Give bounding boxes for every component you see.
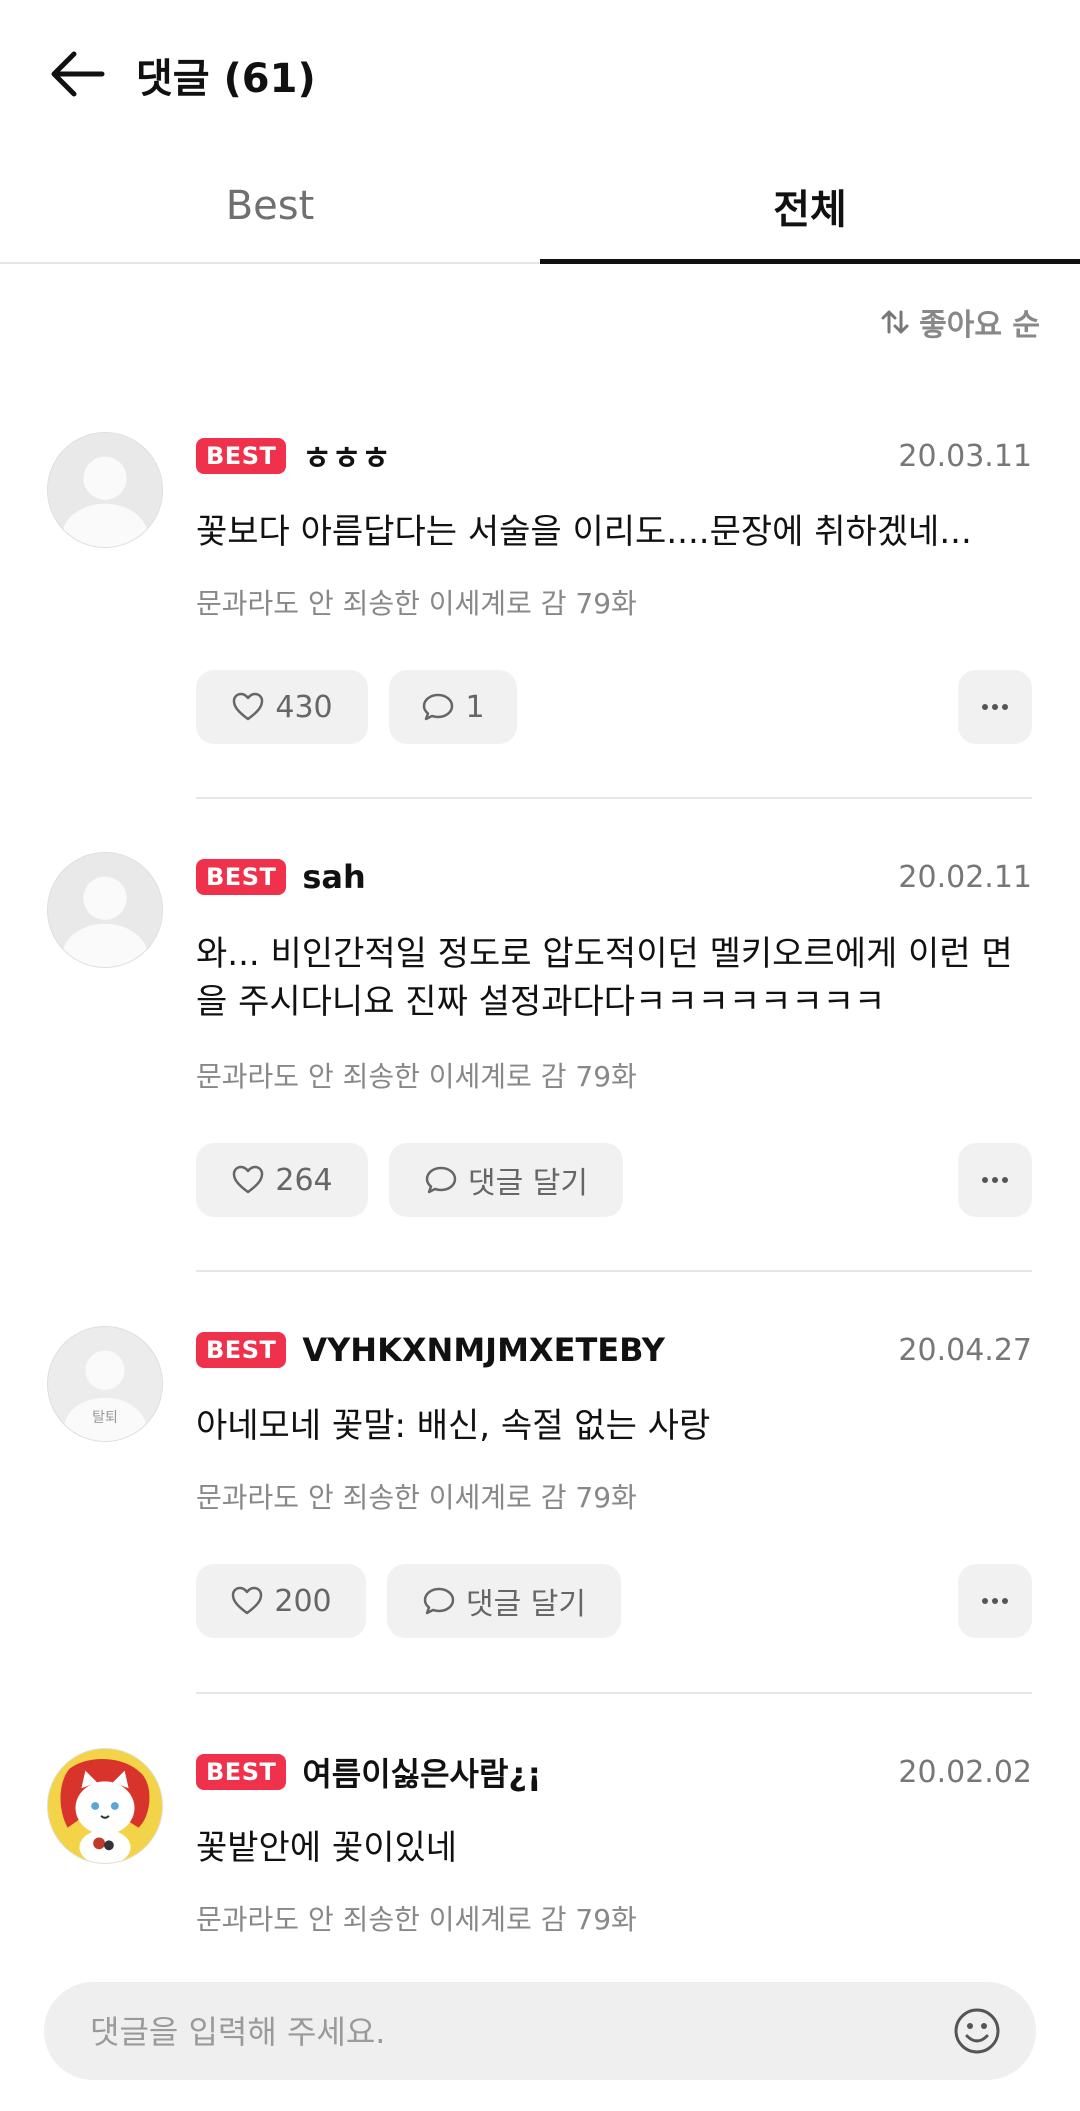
more-options-button[interactable]: [958, 1143, 1032, 1217]
more-icon: [982, 1598, 1008, 1604]
reply-label: 댓글 달기: [466, 1587, 586, 1622]
emoji-icon[interactable]: [952, 2006, 1002, 2056]
avatar[interactable]: [47, 432, 163, 548]
page-title: 댓글 (61): [136, 56, 316, 102]
sort-button[interactable]: 좋아요 순: [879, 300, 1040, 344]
comment-divider: [196, 1270, 1032, 1272]
tab-bar: Best 전체: [0, 150, 1080, 264]
like-button[interactable]: 264: [196, 1143, 368, 1217]
back-arrow-icon[interactable]: [48, 50, 106, 98]
speech-bubble-icon: [425, 1166, 457, 1194]
episode-source[interactable]: 문과라도 안 죄송한 이세계로 감 79화: [196, 1476, 637, 1516]
comment-meta: BEST ㅎㅎㅎ 20.03.11: [196, 434, 1032, 478]
comment-date: 20.04.27: [898, 1332, 1032, 1368]
comment-date: 20.02.11: [898, 859, 1032, 895]
reply-button[interactable]: 댓글 달기: [387, 1564, 621, 1638]
comment-input-bar: [44, 1982, 1036, 2082]
comment-divider: [196, 797, 1032, 799]
more-icon: [982, 704, 1008, 710]
heart-icon: [233, 692, 264, 721]
username[interactable]: sah: [302, 858, 365, 896]
username[interactable]: VYHKXNMJMXETEBY: [302, 1331, 665, 1369]
comment-text: 꽃보다 아름답다는 서술을 이리도....문장에 취하겠네...: [196, 512, 972, 552]
avatar[interactable]: [47, 1748, 163, 1864]
heart-icon: [232, 1586, 263, 1615]
like-count: 200: [274, 1583, 332, 1619]
episode-source[interactable]: 문과라도 안 죄송한 이세계로 감 79화: [196, 1055, 637, 1095]
comment-meta: BEST VYHKXNMJMXETEBY 20.04.27: [196, 1328, 1032, 1372]
withdrawn-label: 탈퇴: [92, 1410, 118, 1426]
default-avatar-icon: [48, 433, 162, 547]
best-badge: BEST: [196, 1754, 287, 1790]
comment-meta: BEST sah 20.02.11: [196, 855, 1032, 899]
tab-all[interactable]: 전체: [540, 150, 1080, 262]
comment-date: 20.02.02: [898, 1754, 1032, 1790]
username[interactable]: 여름이싫은사람¿¡: [302, 1749, 541, 1795]
speech-bubble-icon: [423, 693, 454, 721]
comment-date: 20.03.11: [898, 438, 1032, 474]
heart-icon: [233, 1165, 264, 1194]
like-button[interactable]: 200: [196, 1564, 366, 1638]
reply-count: 1: [465, 689, 485, 725]
comment-text: 아네모네 꽃말: 배신, 속절 없는 사랑: [196, 1406, 711, 1446]
reply-button[interactable]: 1: [389, 670, 517, 744]
username[interactable]: ㅎㅎㅎ: [302, 433, 390, 479]
default-avatar-icon: [48, 853, 162, 967]
comment-text: 와... 비인간적일 정도로 압도적이던 멜키오르에게 이런 면을 주시다니요 …: [196, 934, 1013, 1022]
more-options-button[interactable]: [958, 1564, 1032, 1638]
comment-meta: BEST 여름이싫은사람¿¡ 20.02.02: [196, 1750, 1032, 1794]
avatar[interactable]: 탈퇴: [47, 1326, 163, 1442]
header: 댓글 (61): [0, 0, 1080, 150]
more-icon: [982, 1177, 1008, 1183]
sort-label: 좋아요 순: [919, 308, 1040, 343]
episode-source[interactable]: 문과라도 안 죄송한 이세계로 감 79화: [196, 582, 637, 622]
more-options-button[interactable]: [958, 670, 1032, 744]
cat-avatar-icon: [48, 1749, 162, 1863]
tab-best[interactable]: Best: [0, 150, 540, 262]
like-count: 264: [275, 1162, 333, 1198]
reply-label: 댓글 달기: [468, 1166, 588, 1201]
like-button[interactable]: 430: [196, 670, 368, 744]
best-badge: BEST: [196, 1332, 287, 1368]
speech-bubble-icon: [423, 1587, 455, 1615]
comment-text: 꽃밭안에 꽃이있네: [196, 1828, 458, 1868]
episode-source[interactable]: 문과라도 안 죄송한 이세계로 감 79화: [196, 1898, 637, 1938]
best-badge: BEST: [196, 859, 287, 895]
comment-input[interactable]: [88, 1982, 952, 2082]
active-tab-indicator: [540, 259, 1080, 264]
best-badge: BEST: [196, 438, 287, 474]
avatar[interactable]: [47, 852, 163, 968]
comment-divider: [196, 1692, 1032, 1694]
like-count: 430: [275, 689, 333, 725]
sort-arrows-icon: [881, 310, 909, 334]
reply-button[interactable]: 댓글 달기: [389, 1143, 623, 1217]
